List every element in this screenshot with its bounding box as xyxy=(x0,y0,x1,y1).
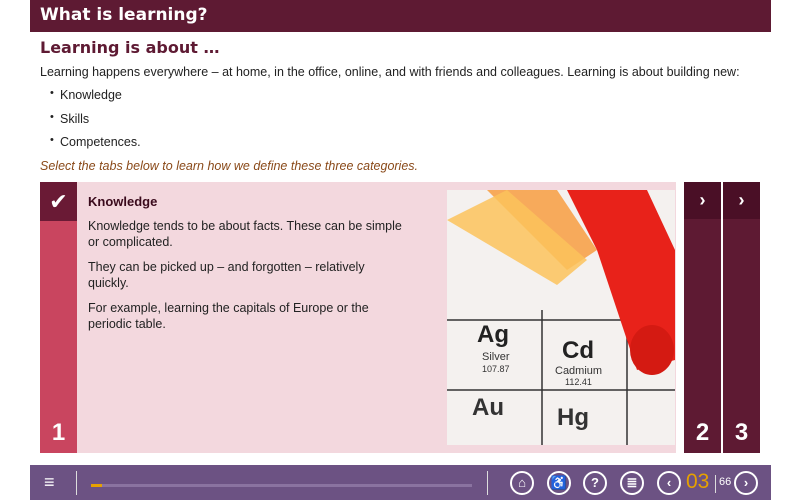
periodic-table-photo: Ag Silver 107.87 Cd Cadmium 112.41 Au Hg xyxy=(447,190,675,445)
tab-content: Knowledge Knowledge tends to be about fa… xyxy=(88,194,408,341)
total-pages: 66 xyxy=(715,475,731,493)
content-title: Knowledge xyxy=(88,194,158,209)
intro-text: Learning happens everywhere – at home, i… xyxy=(40,65,740,79)
instruction-text: Select the tabs below to learn how we de… xyxy=(40,159,419,173)
tab-number: 1 xyxy=(51,419,66,446)
footer-bar: ≡ ⌂ ♿ ? ≣ ‹ 03 66 › xyxy=(30,465,771,500)
chevron-right-icon: › xyxy=(723,182,760,219)
chevron-right-icon: › xyxy=(684,182,721,219)
cell-name: Cadmium xyxy=(555,365,602,377)
tab-number: 2 xyxy=(695,419,710,446)
section-title: Learning is about … xyxy=(40,38,220,57)
next-icon[interactable]: › xyxy=(734,471,758,495)
progress-bar xyxy=(91,484,472,487)
bullet-item: Skills xyxy=(50,111,141,136)
accessibility-icon[interactable]: ♿ xyxy=(547,471,571,495)
previous-icon[interactable]: ‹ xyxy=(657,471,681,495)
current-page: 03 xyxy=(686,470,710,493)
help-icon[interactable]: ? xyxy=(583,471,607,495)
tab-3[interactable]: › 3 xyxy=(723,182,760,453)
check-icon: ✔ xyxy=(40,182,77,221)
tab-number: 3 xyxy=(734,419,749,446)
bullet-item: Knowledge xyxy=(50,87,141,112)
cell-symbol: Au xyxy=(472,394,504,421)
content-paragraph: They can be picked up – and forgotten – … xyxy=(88,260,365,290)
cell-mass: 107.87 xyxy=(482,364,510,374)
page-header: What is learning? xyxy=(30,0,771,32)
content-paragraph: For example, learning the capitals of Eu… xyxy=(88,301,369,331)
tab-1[interactable]: ✔ 1 xyxy=(40,182,77,453)
cell-symbol: Hg xyxy=(557,404,589,431)
content-paragraph: Knowledge tends to be about facts. These… xyxy=(88,219,402,249)
bullet-item: Competences. xyxy=(50,134,141,159)
notes-icon[interactable]: ≣ xyxy=(620,471,644,495)
tab-2[interactable]: › 2 xyxy=(684,182,721,453)
cell-name: Silver xyxy=(482,351,510,363)
progress-fill xyxy=(91,484,103,487)
menu-icon[interactable]: ≡ xyxy=(44,473,55,491)
cell-symbol: Ag xyxy=(477,321,509,348)
bullet-list: Knowledge Skills Competences. xyxy=(50,87,141,159)
home-icon[interactable]: ⌂ xyxy=(510,471,534,495)
cell-mass: 112.41 xyxy=(565,377,592,387)
divider xyxy=(76,471,77,495)
cell-symbol: Cd xyxy=(562,337,594,364)
divider xyxy=(487,471,488,495)
